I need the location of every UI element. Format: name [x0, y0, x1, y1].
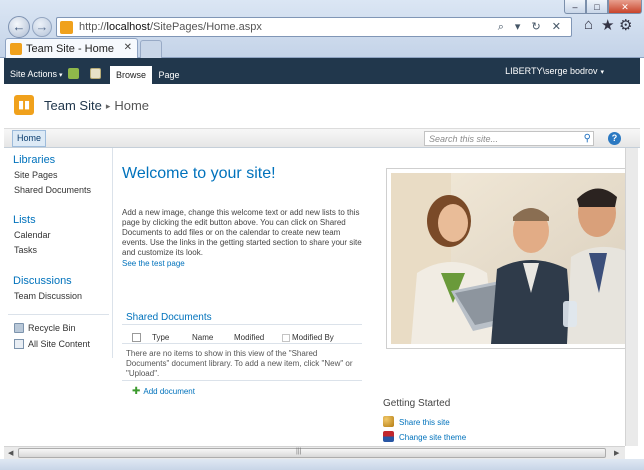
scrollbar-thumb[interactable] [18, 448, 606, 458]
share-site-icon [383, 416, 394, 427]
address-bar[interactable]: http://localhost/SitePages/Home.aspx ⌕ ▾… [56, 17, 572, 37]
ql-item-calendar[interactable]: Calendar [14, 230, 51, 240]
shared-documents-header: Type Name Modified Modified By [122, 330, 362, 344]
ql-divider [8, 314, 109, 315]
column-type[interactable]: Type [152, 333, 169, 342]
search-placeholder: Search this site... [429, 134, 499, 144]
page-title: Home [114, 98, 150, 113]
navigate-up-icon[interactable] [68, 68, 79, 79]
recycle-bin-icon [14, 323, 24, 333]
ql-heading-libraries[interactable]: Libraries [13, 154, 55, 166]
scroll-right-icon[interactable]: ▶ [614, 449, 619, 457]
library-bottom-rule [122, 380, 362, 381]
column-name[interactable]: Name [192, 333, 213, 342]
new-tab-button[interactable] [140, 40, 162, 58]
tools-gear-icon[interactable]: ⚙ [619, 16, 632, 34]
add-document-link[interactable]: ✚ Add document [132, 386, 195, 397]
add-icon: ✚ [132, 386, 141, 397]
favorites-icon[interactable]: ★ [601, 16, 614, 34]
ribbon-bar: Site Actions ▾ Browse Page LIBERTY\serge … [4, 58, 640, 84]
breadcrumb-site-link[interactable]: Team Site [44, 98, 102, 113]
maximize-button[interactable]: □ [586, 0, 608, 14]
user-menu[interactable]: LIBERTY\serge bodrov ▾ [505, 66, 604, 76]
change-theme-link[interactable]: Change site theme [383, 431, 466, 442]
ql-recycle-bin[interactable]: Recycle Bin [28, 323, 76, 333]
home-icon[interactable]: ⌂ [584, 16, 593, 33]
column-modified[interactable]: Modified [234, 333, 264, 342]
attachment-column-icon [282, 334, 290, 342]
horizontal-scrollbar[interactable]: ◀ ||| ▶ [4, 446, 625, 459]
shared-documents-title[interactable]: Shared Documents [126, 312, 212, 323]
column-modified-by[interactable]: Modified By [292, 333, 334, 342]
getting-started-title: Getting Started [383, 398, 451, 409]
all-site-content-icon [14, 339, 24, 349]
welcome-intro-text: Add a new image, change this welcome tex… [122, 208, 362, 257]
title-area: ▮▮ Team Site ▸ Home [4, 84, 640, 128]
ql-item-tasks[interactable]: Tasks [14, 245, 37, 255]
status-bar [0, 459, 644, 470]
scroll-left-icon[interactable]: ◀ [8, 449, 13, 457]
ql-item-shared-documents[interactable]: Shared Documents [14, 185, 91, 195]
ql-item-team-discussion[interactable]: Team Discussion [14, 291, 82, 301]
quick-launch: Libraries Site Pages Shared Documents Li… [4, 148, 113, 358]
back-button[interactable]: ← [8, 16, 30, 38]
tab-favicon-icon [10, 43, 22, 55]
theme-icon [383, 431, 394, 442]
sharepoint-favicon-icon [60, 21, 73, 34]
test-page-link[interactable]: See the test page [122, 259, 185, 268]
tab-close-icon[interactable]: ✕ [124, 42, 132, 53]
tab-page[interactable]: Page [154, 66, 184, 84]
address-actions[interactable]: ⌕ ▾ ↻ ✕ [498, 20, 565, 34]
site-actions-menu[interactable]: Site Actions ▾ [10, 69, 63, 79]
select-all-checkbox[interactable] [132, 333, 141, 342]
scrollbar-grip-icon: ||| [296, 448, 302, 455]
minimize-button[interactable]: – [564, 0, 586, 14]
team-photo-illustration [391, 173, 632, 344]
ql-all-site-content[interactable]: All Site Content [28, 339, 90, 349]
help-icon[interactable]: ? [608, 132, 621, 145]
nav-home-tab[interactable]: Home [12, 130, 47, 147]
ql-heading-lists[interactable]: Lists [13, 214, 36, 226]
tab-title: Team Site - Home [26, 43, 115, 55]
edit-page-icon[interactable] [90, 68, 101, 79]
browser-chrome: – □ ✕ ← → http://localhost/SitePages/Hom… [0, 0, 644, 58]
forward-button[interactable]: → [32, 17, 52, 37]
shared-documents-rule [122, 324, 362, 325]
breadcrumb-separator-icon: ▸ [105, 101, 111, 111]
vertical-scrollbar[interactable] [625, 148, 638, 446]
empty-library-message: There are no items to show in this view … [126, 349, 353, 378]
team-meeting-image [391, 173, 632, 344]
search-input[interactable]: Search this site... ⚲ [424, 131, 594, 146]
search-icon[interactable]: ⚲ [584, 133, 591, 144]
ql-heading-discussions[interactable]: Discussions [13, 275, 72, 287]
address-url: http://localhost/SitePages/Home.aspx [79, 21, 262, 33]
site-logo-icon[interactable]: ▮▮ [14, 95, 34, 115]
ql-item-site-pages[interactable]: Site Pages [14, 170, 58, 180]
top-navigation: Home Search this site... ⚲ ? [4, 128, 640, 148]
share-site-link[interactable]: Share this site [383, 416, 450, 427]
welcome-heading: Welcome to your site! [122, 165, 276, 182]
breadcrumb: Team Site ▸ Home [44, 98, 149, 113]
close-window-button[interactable]: ✕ [608, 0, 642, 14]
browser-tab[interactable]: Team Site - Home ✕ [5, 38, 138, 58]
welcome-photo [386, 168, 637, 349]
tab-browse[interactable]: Browse [110, 66, 152, 84]
